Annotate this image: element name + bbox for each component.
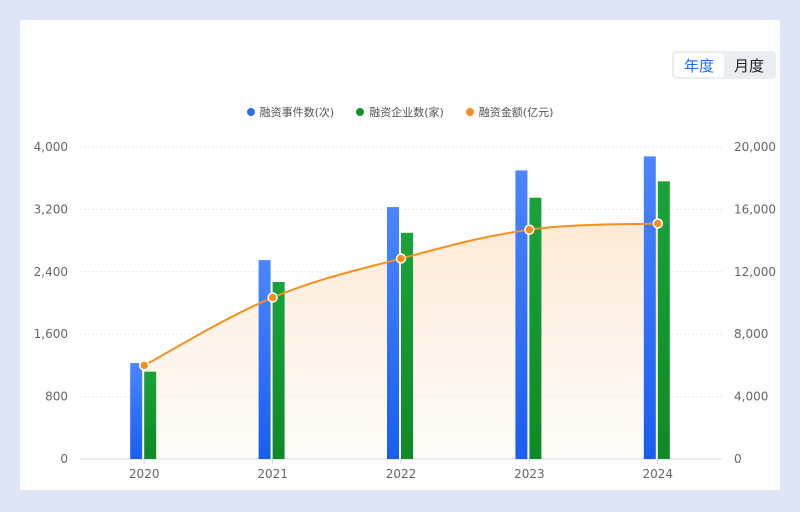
- y-right-tick-label: 20,000: [734, 140, 776, 154]
- y-left-tick-label: 0: [60, 452, 68, 466]
- bar-events: [643, 156, 656, 460]
- y-left-tick-label: 2,400: [34, 265, 68, 279]
- y-right-tick-label: 0: [734, 452, 742, 466]
- y-left-tick-label: 3,200: [34, 202, 68, 216]
- amount-point: [138, 360, 150, 371]
- bar-events: [515, 170, 528, 459]
- y-right-tick-label: 4,000: [734, 390, 768, 404]
- y-right-tick-label: 12,000: [734, 265, 776, 279]
- x-tick-label: 2023: [514, 467, 545, 481]
- chart-card: 年度 月度 融资事件数(次) 融资企业数(家) 融资金额(亿元) 0 0 800 4,…: [20, 20, 780, 490]
- bar-events: [130, 363, 143, 459]
- bar-companies: [529, 197, 542, 459]
- y-right-tick-label: 16,000: [734, 202, 776, 216]
- x-tick-label: 2022: [386, 467, 417, 481]
- x-tick-label: 2020: [129, 467, 160, 481]
- chart-plot: 0 0 800 4,000 1,600 8,000 2,400 12,000 3,200 16,0…: [34, 140, 776, 481]
- amount-point: [267, 292, 278, 303]
- y-left-tick-label: 800: [45, 390, 68, 404]
- y-right-tick-label: 8,000: [734, 327, 768, 341]
- bar-events: [258, 260, 271, 459]
- bar-events: [387, 207, 399, 459]
- amount-point: [652, 218, 664, 229]
- amount-point: [524, 224, 535, 235]
- x-tick-label: 2024: [643, 467, 674, 481]
- y-left-tick-label: 4,000: [34, 140, 68, 154]
- bar-companies: [144, 371, 157, 459]
- x-tick-label: 2021: [257, 467, 288, 481]
- bar-companies: [401, 232, 413, 459]
- y-left-tick-label: 1,600: [34, 327, 68, 341]
- bar-companies: [272, 281, 285, 459]
- amount-point: [395, 253, 407, 264]
